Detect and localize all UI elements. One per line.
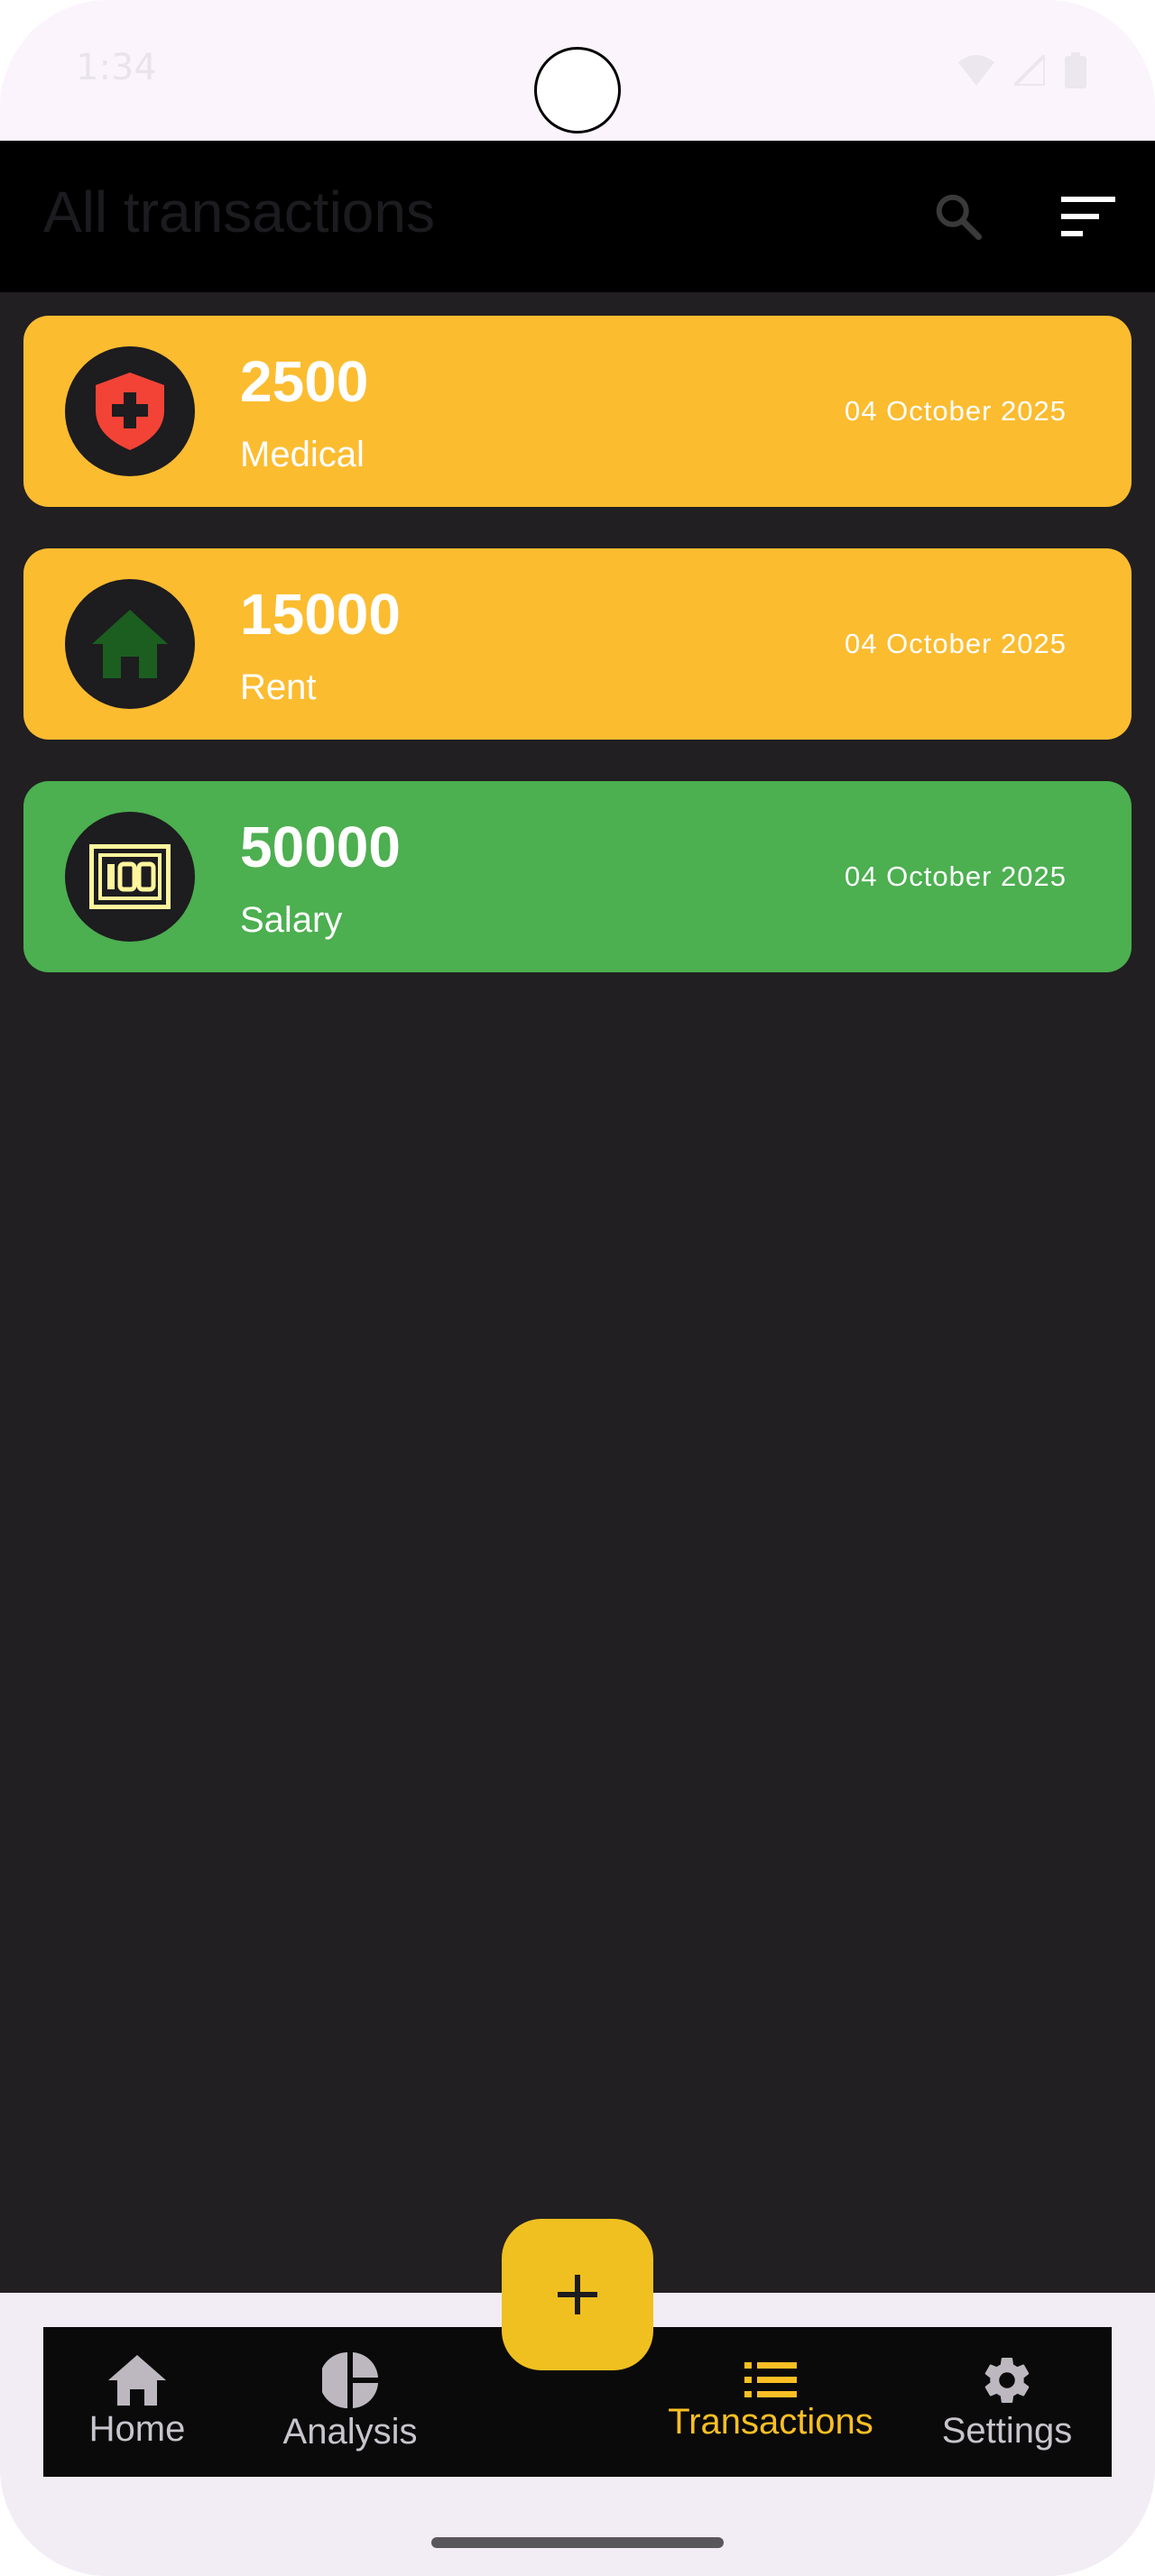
- nav-item-settings[interactable]: Settings: [902, 2327, 1112, 2477]
- transaction-amount: 15000: [240, 582, 401, 647]
- search-icon: [936, 194, 982, 240]
- filter-list-icon: [1061, 197, 1115, 236]
- nav-label: Transactions: [668, 2401, 873, 2442]
- nav-label: Home: [88, 2408, 186, 2449]
- battery-icon: [1065, 52, 1086, 88]
- nav-label: Settings: [941, 2410, 1073, 2451]
- transactions-list: 2500 Medical 04 October 2025 15000 Rent …: [0, 292, 1155, 2293]
- search-button[interactable]: [919, 177, 998, 256]
- phone-screen: 1:34 All transactions 2500 Medical 04 Oc…: [0, 0, 1155, 2576]
- gear-icon: [984, 2357, 1030, 2403]
- status-icons: [958, 52, 1086, 88]
- transaction-date: 04 October 2025: [845, 860, 1067, 892]
- status-bar: 1:34: [0, 0, 1155, 141]
- transaction-card[interactable]: 15000 Rent 04 October 2025: [23, 548, 1132, 740]
- app-bar: All transactions: [0, 141, 1155, 292]
- transaction-date: 04 October 2025: [845, 628, 1067, 659]
- add-icon: [558, 2275, 597, 2314]
- cell-signal-icon: [1014, 55, 1045, 86]
- home-icon: [108, 2354, 166, 2406]
- nav-item-transactions[interactable]: Transactions: [603, 2327, 938, 2477]
- transaction-date: 04 October 2025: [845, 395, 1067, 427]
- medical-shield-icon: [96, 373, 164, 450]
- add-transaction-button[interactable]: [502, 2219, 653, 2370]
- transaction-card[interactable]: 2500 Medical 04 October 2025: [23, 316, 1132, 507]
- transaction-amount: 2500: [240, 349, 369, 414]
- category-avatar: [65, 812, 195, 942]
- transaction-category: Salary: [240, 900, 343, 940]
- wifi-icon: [958, 55, 994, 86]
- list-icon: [744, 2361, 797, 2397]
- category-avatar: [65, 579, 195, 709]
- cash-100-icon: [89, 844, 171, 909]
- transaction-category: Rent: [240, 667, 317, 707]
- nav-label: Analysis: [282, 2411, 418, 2452]
- house-icon: [92, 610, 168, 678]
- nav-item-home[interactable]: Home: [43, 2327, 231, 2477]
- status-time: 1:34: [76, 47, 157, 88]
- pie-chart-icon: [322, 2351, 378, 2408]
- filter-button[interactable]: [1049, 177, 1128, 256]
- category-avatar: [65, 346, 195, 476]
- camera-cutout: [534, 47, 621, 133]
- transaction-category: Medical: [240, 435, 365, 474]
- transaction-card[interactable]: 50000 Salary 04 October 2025: [23, 781, 1132, 972]
- home-indicator[interactable]: [431, 2537, 724, 2548]
- page-title: All transactions: [43, 179, 435, 244]
- nav-item-analysis[interactable]: Analysis: [242, 2327, 458, 2477]
- transaction-amount: 50000: [240, 814, 401, 879]
